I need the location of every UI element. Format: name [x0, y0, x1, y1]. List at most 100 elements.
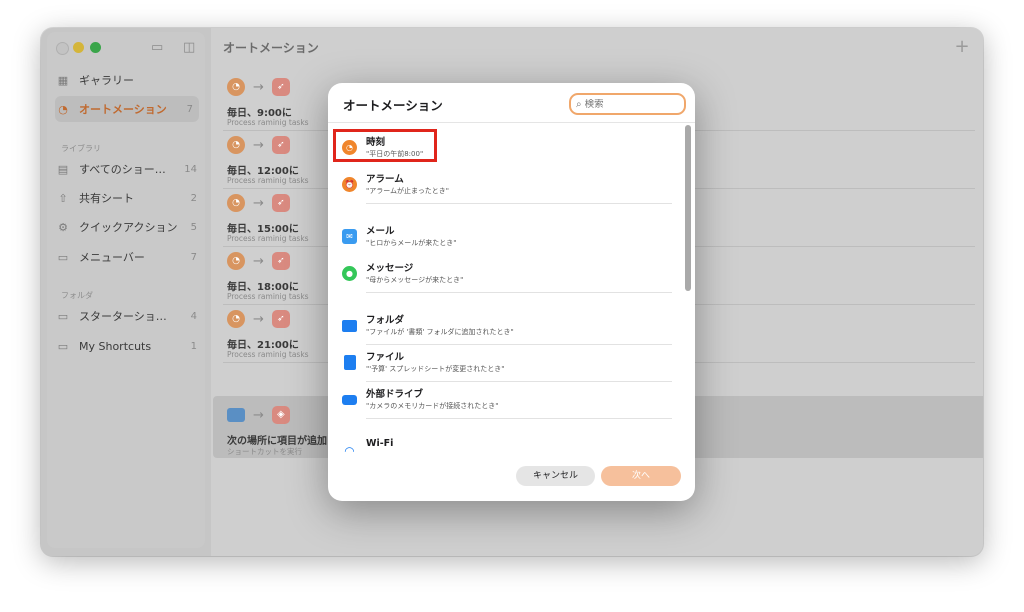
automation-title: 毎日、15:00に: [227, 224, 299, 235]
zoom-window-button[interactable]: [90, 42, 101, 53]
search-input[interactable]: [584, 98, 665, 110]
message-icon: ●: [342, 266, 357, 281]
add-automation-button[interactable]: +: [951, 36, 973, 58]
trigger-description: "カメラのメモリカードが接続されたとき": [366, 402, 499, 410]
trigger-item-wifi[interactable]: ◠ Wi-Fi: [342, 434, 672, 453]
alarm-icon: ⏰: [342, 177, 357, 192]
sidebar-item-count: 5: [190, 221, 197, 233]
menubar-icon: ▭: [57, 250, 69, 264]
sidebar-item-label: 共有シート: [79, 192, 134, 205]
sidebar-item-label: ギャラリー: [79, 74, 134, 87]
sidebar-item-label: My Shortcuts: [79, 339, 152, 353]
sidebar-item-automation[interactable]: ◔ オートメーション 7: [55, 96, 199, 122]
search-field[interactable]: ⌕: [569, 93, 686, 115]
automation-title: 毎日、18:00に: [227, 282, 299, 293]
sidebar-toggle-icon[interactable]: ◫: [183, 40, 195, 55]
trigger-name: アラーム: [366, 174, 404, 185]
trigger-name: ファイル: [366, 352, 405, 363]
folder-icon: ▭: [57, 339, 69, 353]
window-title: オートメーション: [223, 41, 319, 55]
arrow-icon: →: [253, 253, 264, 269]
sidebar-item-count: 14: [184, 163, 197, 175]
close-window-button[interactable]: [56, 42, 69, 55]
trigger-item-external-drive[interactable]: 外部ドライブ "カメラのメモリカードが接続されたとき": [342, 382, 672, 419]
automation-subtitle: Process raminig tasks: [227, 234, 309, 243]
arrow-icon: →: [253, 195, 264, 211]
gear-icon: ⚙: [58, 220, 68, 234]
library-section-label: ライブラリ: [61, 144, 101, 153]
sidebar-item-quick-actions[interactable]: ⚙ クイックアクション 5: [55, 214, 203, 240]
clock-icon: ◔: [227, 252, 245, 270]
wifi-icon: ◠: [344, 444, 355, 453]
trigger-name: メール: [366, 226, 395, 237]
sidebar-item-all-shortcuts[interactable]: ▤ すべてのショー… 14: [55, 156, 203, 182]
automation-subtitle: Process raminig tasks: [227, 118, 309, 127]
trigger-name: フォルダ: [366, 315, 405, 326]
trigger-description: "ファイルが '書類' フォルダに追加されたとき": [366, 328, 514, 336]
sidebar-item-count: 1: [190, 340, 197, 352]
clock-icon: ◔: [227, 310, 245, 328]
sidebar-item-share-sheet[interactable]: ⇧ 共有シート 2: [55, 185, 203, 211]
sidebar-item-count: 2: [190, 192, 197, 204]
sidebar-item-label: クイックアクション: [79, 221, 178, 234]
cancel-button[interactable]: キャンセル: [516, 466, 595, 486]
trigger-item-alarm[interactable]: ⏰ アラーム "アラームが止まったとき": [342, 167, 672, 204]
minimize-window-button[interactable]: [73, 42, 84, 53]
arrow-icon: →: [253, 407, 264, 423]
sidebar-item-label: すべてのショー…: [79, 163, 166, 176]
trigger-description: "母からメッセージが来たとき": [366, 276, 464, 284]
trigger-item-folder[interactable]: フォルダ "ファイルが '書類' フォルダに追加されたとき": [342, 308, 672, 345]
folders-section-label: フォルダ: [61, 291, 93, 300]
sidebar-item-count: 7: [190, 251, 197, 263]
scrollbar-thumb[interactable]: [685, 125, 691, 291]
file-icon: [344, 355, 356, 370]
drive-icon: [342, 395, 357, 405]
sidebar-item-count: 4: [190, 310, 197, 322]
search-icon: ⌕: [576, 98, 582, 110]
next-button[interactable]: 次へ: [601, 466, 681, 486]
sidebar-item-label: オートメーション: [79, 103, 167, 116]
automation-title: 毎日、9:00に: [227, 108, 292, 119]
sidebar-item-gallery[interactable]: ▦ ギャラリー: [55, 67, 203, 93]
grid-icon: ▦: [57, 73, 69, 87]
sidebar-item-my-shortcuts[interactable]: ▭ My Shortcuts 1: [55, 333, 203, 359]
arrow-icon: →: [253, 137, 264, 153]
divider: [366, 292, 672, 293]
trigger-description: "アラームが止まったとき": [366, 187, 449, 195]
rocket-icon: ➶: [271, 78, 290, 96]
new-automation-dialog: オートメーション ⌕ ◔ 時刻 "平日の午前8:00" ⏰ アラーム "アラーム…: [328, 83, 695, 501]
arrow-icon: →: [253, 311, 264, 327]
new-folder-icon[interactable]: ▭: [151, 40, 163, 55]
rocket-icon: ➶: [271, 194, 290, 212]
arrow-icon: →: [253, 79, 264, 95]
sidebar-item-label: メニューバー: [79, 251, 145, 264]
automation-title: 毎日、12:00に: [227, 166, 299, 177]
divider: [366, 418, 672, 419]
clock-icon: ◔: [227, 194, 245, 212]
stack-icon: ▤: [57, 162, 69, 176]
sidebar-item-label: スターターショ…: [79, 310, 167, 323]
automation-subtitle: Process raminig tasks: [227, 350, 309, 359]
trigger-list: ◔ 時刻 "平日の午前8:00" ⏰ アラーム "アラームが止まったとき" ✉ …: [328, 123, 684, 453]
sidebar-item-menu-bar[interactable]: ▭ メニューバー 7: [55, 244, 203, 270]
trigger-item-message[interactable]: ● メッセージ "母からメッセージが来たとき": [342, 256, 672, 293]
trigger-name: 外部ドライブ: [366, 389, 424, 400]
rocket-icon: ➶: [271, 310, 290, 328]
clock-icon: ◔: [227, 78, 245, 96]
automation-subtitle: Process raminig tasks: [227, 292, 309, 301]
sidebar-item-starter-shortcuts[interactable]: ▭ スターターショ… 4: [55, 303, 203, 329]
automation-title: 毎日、21:00に: [227, 340, 299, 351]
share-icon: ⇧: [58, 191, 68, 205]
trigger-name: Wi-Fi: [366, 438, 394, 449]
rocket-icon: ➶: [271, 252, 290, 270]
selection-highlight: [333, 129, 437, 162]
dialog-title: オートメーション: [343, 98, 443, 113]
trigger-item-mail[interactable]: ✉ メール "ヒロからメールが来たとき": [342, 219, 672, 256]
trigger-list-scrollbar[interactable]: [685, 125, 691, 453]
clock-icon: ◔: [227, 136, 245, 154]
mail-icon: ✉: [342, 229, 357, 244]
sidebar-item-count: 7: [186, 103, 193, 115]
layers-icon: ◈: [271, 406, 290, 424]
folder-icon: [342, 320, 357, 332]
trigger-item-file[interactable]: ファイル "'予算' スプレッドシートが変更されたとき": [342, 345, 672, 382]
